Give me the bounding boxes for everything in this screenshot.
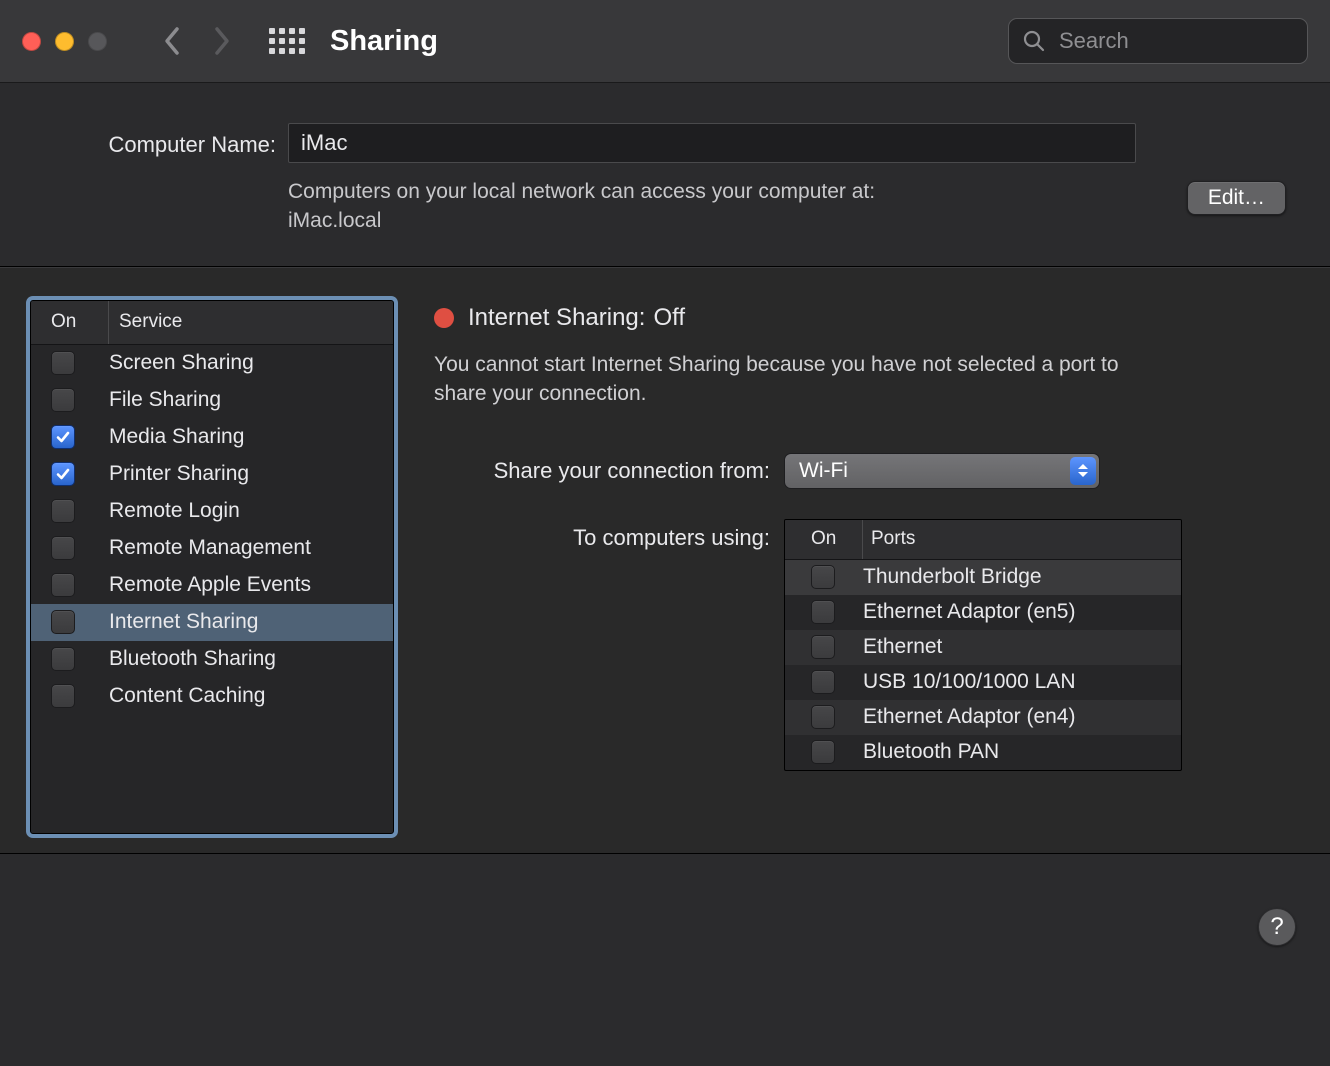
- port-label: Bluetooth PAN: [863, 740, 999, 764]
- search-field-container[interactable]: [1008, 18, 1308, 64]
- services-table-header: On Service: [31, 301, 393, 345]
- service-label: Content Caching: [109, 684, 265, 708]
- close-window-button[interactable]: [22, 32, 41, 51]
- service-row[interactable]: Internet Sharing: [31, 604, 393, 641]
- share-from-value: Wi-Fi: [799, 459, 848, 483]
- computer-name-desc-line1: Computers on your local network can acce…: [288, 180, 875, 203]
- status-indicator-icon: [434, 308, 454, 328]
- port-label: Ethernet Adaptor (en4): [863, 705, 1075, 729]
- service-checkbox[interactable]: [51, 536, 75, 560]
- service-row[interactable]: Content Caching: [31, 678, 393, 715]
- service-row[interactable]: Bluetooth Sharing: [31, 641, 393, 678]
- service-label: Screen Sharing: [109, 351, 254, 375]
- service-label: Remote Management: [109, 536, 311, 560]
- ports-col-on: On: [785, 520, 863, 559]
- port-checkbox[interactable]: [811, 740, 835, 764]
- services-table[interactable]: On Service Screen Sharing File Sharing Med…: [30, 300, 394, 834]
- port-label: Ethernet: [863, 635, 942, 659]
- sharing-lower: On Service Screen Sharing File Sharing Med…: [0, 267, 1330, 854]
- computer-name-label: Computer Name:: [44, 128, 276, 158]
- port-checkbox[interactable]: [811, 705, 835, 729]
- dropdown-arrows-icon: [1070, 457, 1096, 485]
- port-label: Thunderbolt Bridge: [863, 565, 1042, 589]
- port-checkbox[interactable]: [811, 635, 835, 659]
- port-row[interactable]: Ethernet Adaptor (en5): [785, 595, 1181, 630]
- back-button[interactable]: [147, 16, 197, 66]
- service-checkbox[interactable]: [51, 499, 75, 523]
- service-row[interactable]: Remote Login: [31, 493, 393, 530]
- port-checkbox[interactable]: [811, 670, 835, 694]
- service-checkbox[interactable]: [51, 610, 75, 634]
- service-checkbox[interactable]: [51, 388, 75, 412]
- computer-name-section: Computer Name: Computers on your local n…: [0, 83, 1330, 267]
- search-input[interactable]: [1057, 27, 1293, 55]
- service-checkbox[interactable]: [51, 351, 75, 375]
- service-row[interactable]: File Sharing: [31, 382, 393, 419]
- status-description: You cannot start Internet Sharing becaus…: [434, 350, 1174, 409]
- computer-name-hostname: iMac.local: [288, 209, 381, 232]
- service-label: Remote Login: [109, 499, 240, 523]
- toolbar: Sharing: [0, 0, 1330, 83]
- port-checkbox[interactable]: [811, 600, 835, 624]
- status-value: Off: [653, 304, 685, 332]
- grid-icon: [269, 28, 305, 54]
- chevron-right-icon: [213, 26, 231, 56]
- services-col-on: On: [31, 301, 109, 344]
- service-row[interactable]: Remote Apple Events: [31, 567, 393, 604]
- ports-col-ports: Ports: [863, 528, 915, 550]
- service-label: Media Sharing: [109, 425, 244, 449]
- computer-name-description: Computers on your local network can acce…: [288, 177, 875, 236]
- help-icon: ?: [1270, 913, 1283, 941]
- service-row[interactable]: Remote Management: [31, 530, 393, 567]
- services-col-service: Service: [109, 311, 182, 333]
- search-icon: [1023, 30, 1045, 52]
- help-button[interactable]: ?: [1258, 908, 1296, 946]
- ports-table[interactable]: On Ports Thunderbolt Bridge Ethernet Adap…: [784, 519, 1182, 771]
- service-checkbox[interactable]: [51, 425, 75, 449]
- port-row[interactable]: Thunderbolt Bridge: [785, 560, 1181, 595]
- computer-name-input[interactable]: [288, 123, 1136, 163]
- window-controls: [22, 32, 107, 51]
- port-row[interactable]: Bluetooth PAN: [785, 735, 1181, 770]
- service-label: Bluetooth Sharing: [109, 647, 276, 671]
- service-label: File Sharing: [109, 388, 221, 412]
- port-label: USB 10/100/1000 LAN: [863, 670, 1075, 694]
- status-title: Internet Sharing:: [468, 304, 645, 332]
- service-label: Remote Apple Events: [109, 573, 311, 597]
- zoom-window-button[interactable]: [88, 32, 107, 51]
- port-row[interactable]: USB 10/100/1000 LAN: [785, 665, 1181, 700]
- minimize-window-button[interactable]: [55, 32, 74, 51]
- show-all-button[interactable]: [262, 16, 312, 66]
- share-from-dropdown[interactable]: Wi-Fi: [784, 453, 1100, 489]
- window-title: Sharing: [330, 25, 438, 58]
- share-from-label: Share your connection from:: [434, 458, 784, 484]
- service-checkbox[interactable]: [51, 647, 75, 671]
- service-row[interactable]: Screen Sharing: [31, 345, 393, 382]
- service-checkbox[interactable]: [51, 462, 75, 486]
- service-label: Printer Sharing: [109, 462, 249, 486]
- edit-hostname-button[interactable]: Edit…: [1187, 181, 1286, 215]
- service-label: Internet Sharing: [109, 610, 258, 634]
- forward-button[interactable]: [197, 16, 247, 66]
- service-detail: Internet Sharing: Off You cannot start I…: [434, 300, 1286, 834]
- port-row[interactable]: Ethernet: [785, 630, 1181, 665]
- service-row[interactable]: Media Sharing: [31, 419, 393, 456]
- service-checkbox[interactable]: [51, 684, 75, 708]
- port-row[interactable]: Ethernet Adaptor (en4): [785, 700, 1181, 735]
- service-checkbox[interactable]: [51, 573, 75, 597]
- ports-table-header: On Ports: [785, 520, 1181, 560]
- service-row[interactable]: Printer Sharing: [31, 456, 393, 493]
- to-computers-label: To computers using:: [434, 519, 784, 551]
- port-checkbox[interactable]: [811, 565, 835, 589]
- port-label: Ethernet Adaptor (en5): [863, 600, 1075, 624]
- chevron-left-icon: [163, 26, 181, 56]
- bottom-bar: ?: [0, 853, 1330, 1066]
